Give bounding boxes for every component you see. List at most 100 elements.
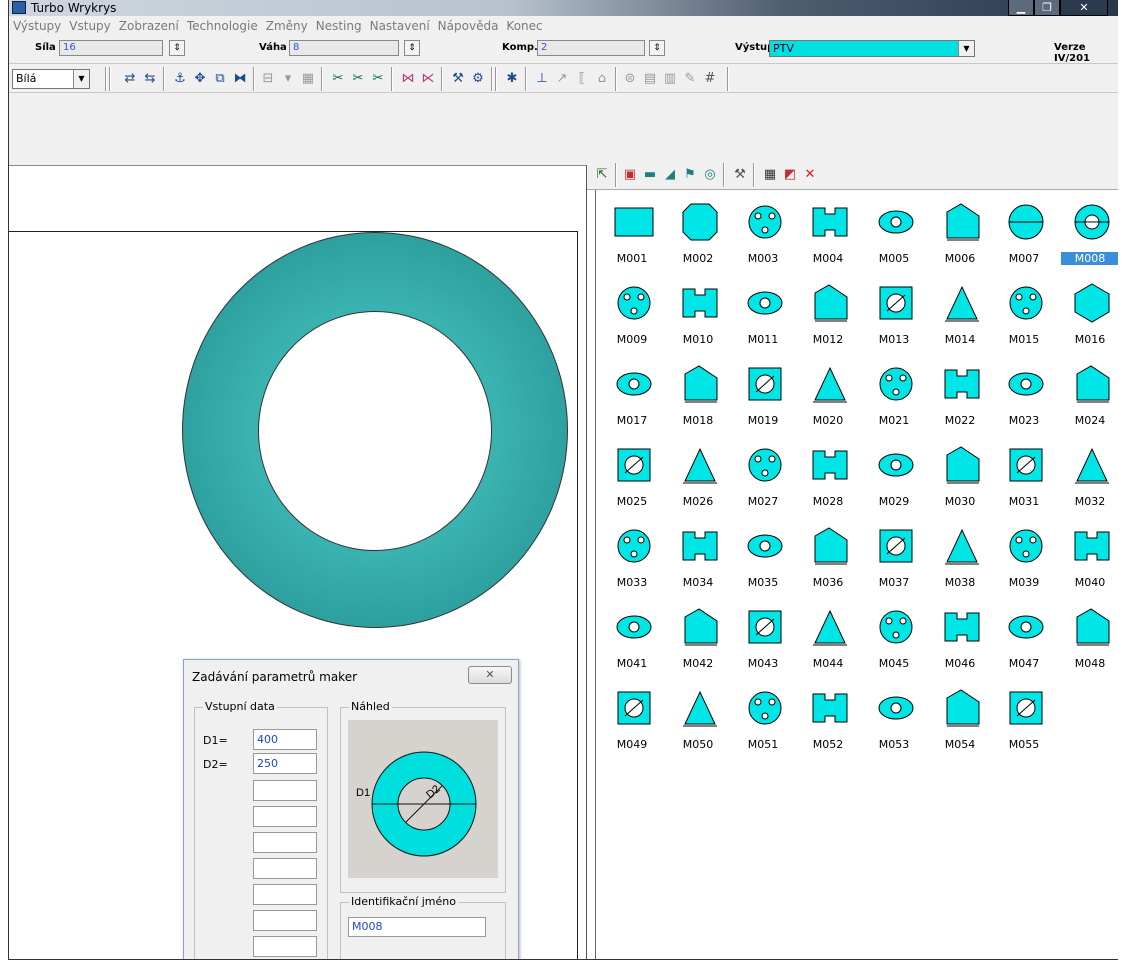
macro-tile-m019[interactable]: M019 (734, 362, 792, 440)
macro-tile-m039[interactable]: M039 (995, 524, 1053, 602)
macro-tile-m017[interactable]: M017 (603, 362, 661, 440)
d2-input[interactable]: 250 (253, 753, 317, 774)
macro-tile-m040[interactable]: M040 (1061, 524, 1118, 602)
komp-spinner[interactable]: ⇕ (649, 40, 665, 56)
macro-tile-m003[interactable]: M003 (734, 200, 792, 278)
param-input-6[interactable] (253, 858, 317, 879)
menu-zmeny[interactable]: Změny (262, 17, 312, 36)
menu-nesting[interactable]: Nesting (312, 17, 366, 36)
path-1-icon[interactable]: ⋈ (399, 70, 417, 88)
param-input-9[interactable] (253, 936, 317, 957)
macro-tile-m031[interactable]: M031 (995, 443, 1053, 521)
chevron-down-icon[interactable]: ▼ (958, 41, 974, 56)
tools-icon[interactable]: ⚒ (731, 166, 749, 184)
menu-konec[interactable]: Konec (502, 17, 546, 36)
macro-book-icon[interactable]: ▣ (621, 166, 639, 184)
table-icon[interactable]: ▤ (641, 70, 659, 88)
macro-tile-m028[interactable]: M028 (799, 443, 857, 521)
menu-vystupy[interactable]: Výstupy (9, 17, 65, 36)
macro-tile-m046[interactable]: M046 (931, 605, 989, 683)
copy-icon[interactable]: ⧉ (211, 70, 229, 88)
macro-tile-m048[interactable]: M048 (1061, 605, 1118, 683)
link-icon[interactable]: ⊜ (621, 70, 639, 88)
mirror-icon[interactable]: ⧓ (231, 70, 249, 88)
macro-tile-m025[interactable]: M025 (603, 443, 661, 521)
macro-tile-m037[interactable]: M037 (865, 524, 923, 602)
macro-tile-m045[interactable]: M045 (865, 605, 923, 683)
menu-zobrazeni[interactable]: Zobrazení (115, 17, 183, 36)
grid-view-icon[interactable]: ▦ (761, 166, 779, 184)
tool-2-icon[interactable]: ⚙ (469, 70, 487, 88)
param-input-3[interactable] (253, 780, 317, 801)
d1-input[interactable]: 400 (253, 729, 317, 750)
close-button[interactable]: ✕ (1060, 0, 1108, 16)
macro-tile-m035[interactable]: M035 (734, 524, 792, 602)
macro-tile-m027[interactable]: M027 (734, 443, 792, 521)
macro-tile-m001[interactable]: M001 (603, 200, 661, 278)
macro-tile-m007[interactable]: M007 (995, 200, 1053, 278)
grid-icon[interactable]: ▦ (299, 70, 317, 88)
macro-tile-m049[interactable]: M049 (603, 686, 661, 764)
macro-tile-m029[interactable]: M029 (865, 443, 923, 521)
bracket-icon[interactable]: ⟦ (573, 70, 591, 88)
macro-tile-m055[interactable]: M055 (995, 686, 1053, 764)
macro-tile-m006[interactable]: M006 (931, 200, 989, 278)
macro-tile-m042[interactable]: M042 (669, 605, 727, 683)
macro-tile-m041[interactable]: M041 (603, 605, 661, 683)
macro-tile-m053[interactable]: M053 (865, 686, 923, 764)
ring-shape[interactable] (182, 232, 568, 628)
macro-tile-m033[interactable]: M033 (603, 524, 661, 602)
menu-vstupy[interactable]: Vstupy (65, 17, 115, 36)
macro-tile-m013[interactable]: M013 (865, 281, 923, 359)
macro-tile-m005[interactable]: M005 (865, 200, 923, 278)
macro-tile-m052[interactable]: M052 (799, 686, 857, 764)
house-icon[interactable]: ⌂ (593, 70, 611, 88)
param-input-8[interactable] (253, 910, 317, 931)
cut-3-icon[interactable]: ✂ (369, 70, 387, 88)
minimize-button[interactable]: ▁ (1008, 0, 1034, 16)
pointer-icon[interactable]: ⇱ (593, 166, 611, 184)
maximize-button[interactable]: ❐ (1034, 0, 1060, 16)
id-name-input[interactable]: M008 (348, 917, 486, 937)
param-input-5[interactable] (253, 832, 317, 853)
delete-icon[interactable]: ✕ (801, 166, 819, 184)
film-icon[interactable]: ▥ (661, 70, 679, 88)
macro-tile-m030[interactable]: M030 (931, 443, 989, 521)
flag-icon[interactable]: ⚑ (681, 166, 699, 184)
anchor-icon[interactable]: ⚓ (171, 70, 189, 88)
macro-tile-m002[interactable]: M002 (669, 200, 727, 278)
menu-technologie[interactable]: Technologie (183, 17, 262, 36)
title-bar[interactable]: Turbo Wrykrys ▁ ❐ ✕ (9, 0, 1118, 16)
macro-tile-m011[interactable]: M011 (734, 281, 792, 359)
macro-tile-m009[interactable]: M009 (603, 281, 661, 359)
hash-icon[interactable]: # (701, 70, 719, 88)
swap-left-icon[interactable]: ⇆ (141, 70, 159, 88)
macro-tile-m024[interactable]: M024 (1061, 362, 1118, 440)
komp-input[interactable]: 2 (537, 40, 645, 56)
macro-tile-m032[interactable]: M032 (1061, 443, 1118, 521)
macro-tile-m023[interactable]: M023 (995, 362, 1053, 440)
target-icon[interactable]: ◎ (701, 166, 719, 184)
arrow-icon[interactable]: ↗ (553, 70, 571, 88)
chevron-down-icon[interactable]: ▼ (73, 70, 89, 88)
cut-2-icon[interactable]: ✂ (349, 70, 367, 88)
macro-tile-m020[interactable]: M020 (799, 362, 857, 440)
path-2-icon[interactable]: ⋉ (419, 70, 437, 88)
menu-nastaveni[interactable]: Nastavení (366, 17, 434, 36)
sila-input[interactable]: 16 (59, 40, 163, 56)
cut-1-icon[interactable]: ✂ (329, 70, 347, 88)
shape-icon[interactable]: ◢ (661, 166, 679, 184)
vystup-select[interactable]: PTV ▼ (769, 40, 975, 57)
macro-tile-m021[interactable]: M021 (865, 362, 923, 440)
rectangle-icon[interactable]: ▬ (641, 166, 659, 184)
macro-tile-m008[interactable]: M008 (1061, 200, 1118, 278)
macro-tile-m043[interactable]: M043 (734, 605, 792, 683)
move-icon[interactable]: ✥ (191, 70, 209, 88)
vaha-spinner[interactable]: ⇕ (404, 40, 420, 56)
dialog-close-button[interactable]: ✕ (468, 666, 512, 684)
palette-icon[interactable]: ◩ (781, 166, 799, 184)
macro-tile-m047[interactable]: M047 (995, 605, 1053, 683)
menu-napoveda[interactable]: Nápověda (434, 17, 503, 36)
macro-tile-m010[interactable]: M010 (669, 281, 727, 359)
macro-tile-m044[interactable]: M044 (799, 605, 857, 683)
